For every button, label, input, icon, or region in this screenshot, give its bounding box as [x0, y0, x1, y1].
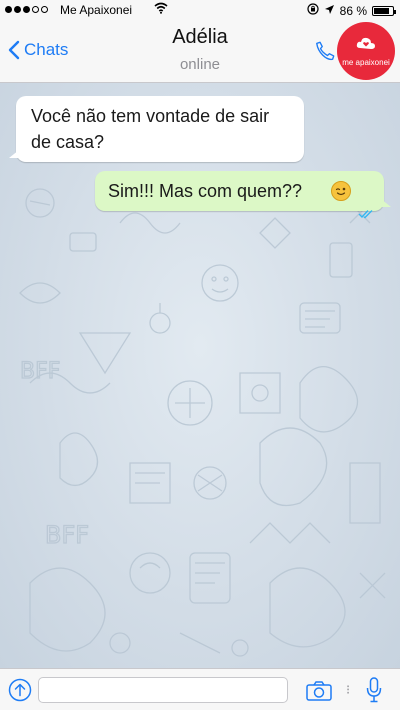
microphone-icon[interactable] [366, 677, 382, 708]
orientation-lock-icon [307, 3, 319, 18]
carrier-name: Me Apaixonei [60, 3, 133, 17]
svg-text:BFF: BFF [45, 521, 89, 549]
signal-strength-icon [5, 6, 48, 13]
chat-header: Chats Adélia online me apaixonei [0, 20, 400, 83]
location-arrow-icon [324, 4, 335, 18]
outgoing-message-text: Sim!!! Mas com quem?? [108, 181, 303, 201]
outgoing-message-bubble[interactable]: Sim!!! Mas com quem?? [95, 171, 391, 219]
battery-percentage: 86 % [339, 3, 367, 18]
share-upload-icon[interactable] [8, 678, 32, 707]
battery-icon [372, 5, 396, 16]
status-bar: Me Apaixonei 86 % [0, 0, 400, 20]
wifi-icon [154, 2, 168, 17]
incoming-message-text: Você não tem vontade de sair de casa? [31, 106, 270, 152]
cloud-heart-logo-icon [356, 37, 375, 49]
double-check-icon [358, 193, 374, 233]
incoming-message-bubble[interactable]: Você não tem vontade de sair de casa? [9, 96, 304, 162]
phone-call-icon[interactable] [314, 40, 336, 67]
dotted-separator-icon: ⁝ [346, 682, 351, 697]
message-input-bar: ⁝ [0, 668, 400, 710]
message-input[interactable] [38, 677, 288, 703]
phone-screen: Me Apaixonei 86 % Chats Adélia online me… [0, 0, 400, 710]
winking-smiley-icon [331, 181, 351, 201]
avatar-logo-text: me apaixonei [342, 58, 390, 67]
chat-area[interactable]: BFF BFF Você não tem vontade de sair de … [0, 83, 400, 668]
contact-avatar[interactable]: me apaixonei [337, 22, 395, 80]
svg-text:BFF: BFF [20, 359, 60, 384]
camera-icon[interactable] [306, 681, 332, 706]
